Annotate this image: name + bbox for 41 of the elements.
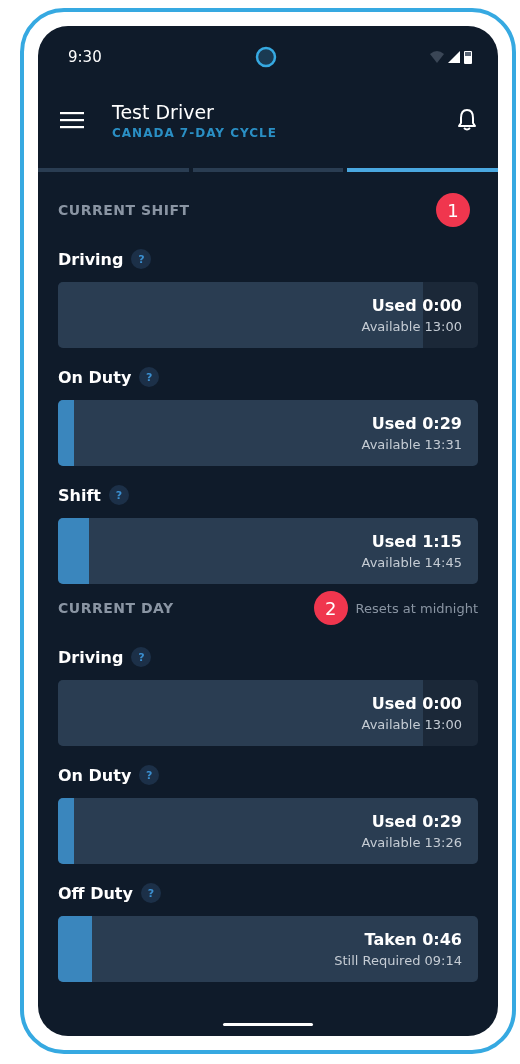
tab-indicator[interactable] xyxy=(192,168,344,172)
meter-label: Driving xyxy=(58,249,124,269)
status-time: 9:30 xyxy=(68,48,102,66)
driver-name: Test Driver xyxy=(112,100,215,123)
available-time: Available 13:00 xyxy=(361,319,462,334)
battery-icon xyxy=(464,50,472,64)
tab-indicator[interactable] xyxy=(38,168,189,172)
used-time: Used 0:00 xyxy=(371,694,462,713)
reset-note: Resets at midnight xyxy=(355,600,478,616)
meter-label: Shift xyxy=(58,485,101,505)
help-button[interactable]: ? xyxy=(131,647,152,667)
signal-icon xyxy=(448,51,460,63)
help-button[interactable]: ? xyxy=(139,765,160,785)
help-button[interactable]: ? xyxy=(139,367,160,387)
meter-label: On Duty xyxy=(58,367,132,387)
available-time: Available 13:31 xyxy=(361,437,462,452)
used-time: Used 0:00 xyxy=(371,296,462,315)
section-title: CURRENT SHIFT xyxy=(58,202,191,218)
callout-badge: 1 xyxy=(436,193,470,227)
menu-icon[interactable] xyxy=(60,110,84,130)
help-button[interactable]: ? xyxy=(140,883,161,903)
meter-label: Driving xyxy=(58,647,124,667)
available-time: Available 13:00 xyxy=(361,717,462,732)
camera-icon xyxy=(254,46,277,68)
meter-label: Off Duty xyxy=(58,883,133,903)
available-time: Available 14:45 xyxy=(361,555,462,570)
help-button[interactable]: ? xyxy=(109,485,129,505)
wifi-icon xyxy=(430,51,444,63)
available-time: Available 13:26 xyxy=(361,835,462,850)
used-time: Used 1:15 xyxy=(371,532,462,551)
cycle-label: CANADA 7-DAY CYCLE xyxy=(112,125,278,140)
used-time: Taken 0:46 xyxy=(364,930,462,949)
used-time: Used 0:29 xyxy=(371,414,462,433)
used-time: Used 0:29 xyxy=(371,812,462,831)
section-title: CURRENT DAY xyxy=(58,600,175,616)
meter-label: On Duty xyxy=(58,765,132,785)
notification-bell-icon[interactable] xyxy=(456,108,478,132)
available-time: Still Required 09:14 xyxy=(334,953,462,968)
tab-indicator[interactable] xyxy=(347,168,498,172)
callout-badge: 2 xyxy=(313,591,348,625)
help-button[interactable]: ? xyxy=(131,249,152,269)
